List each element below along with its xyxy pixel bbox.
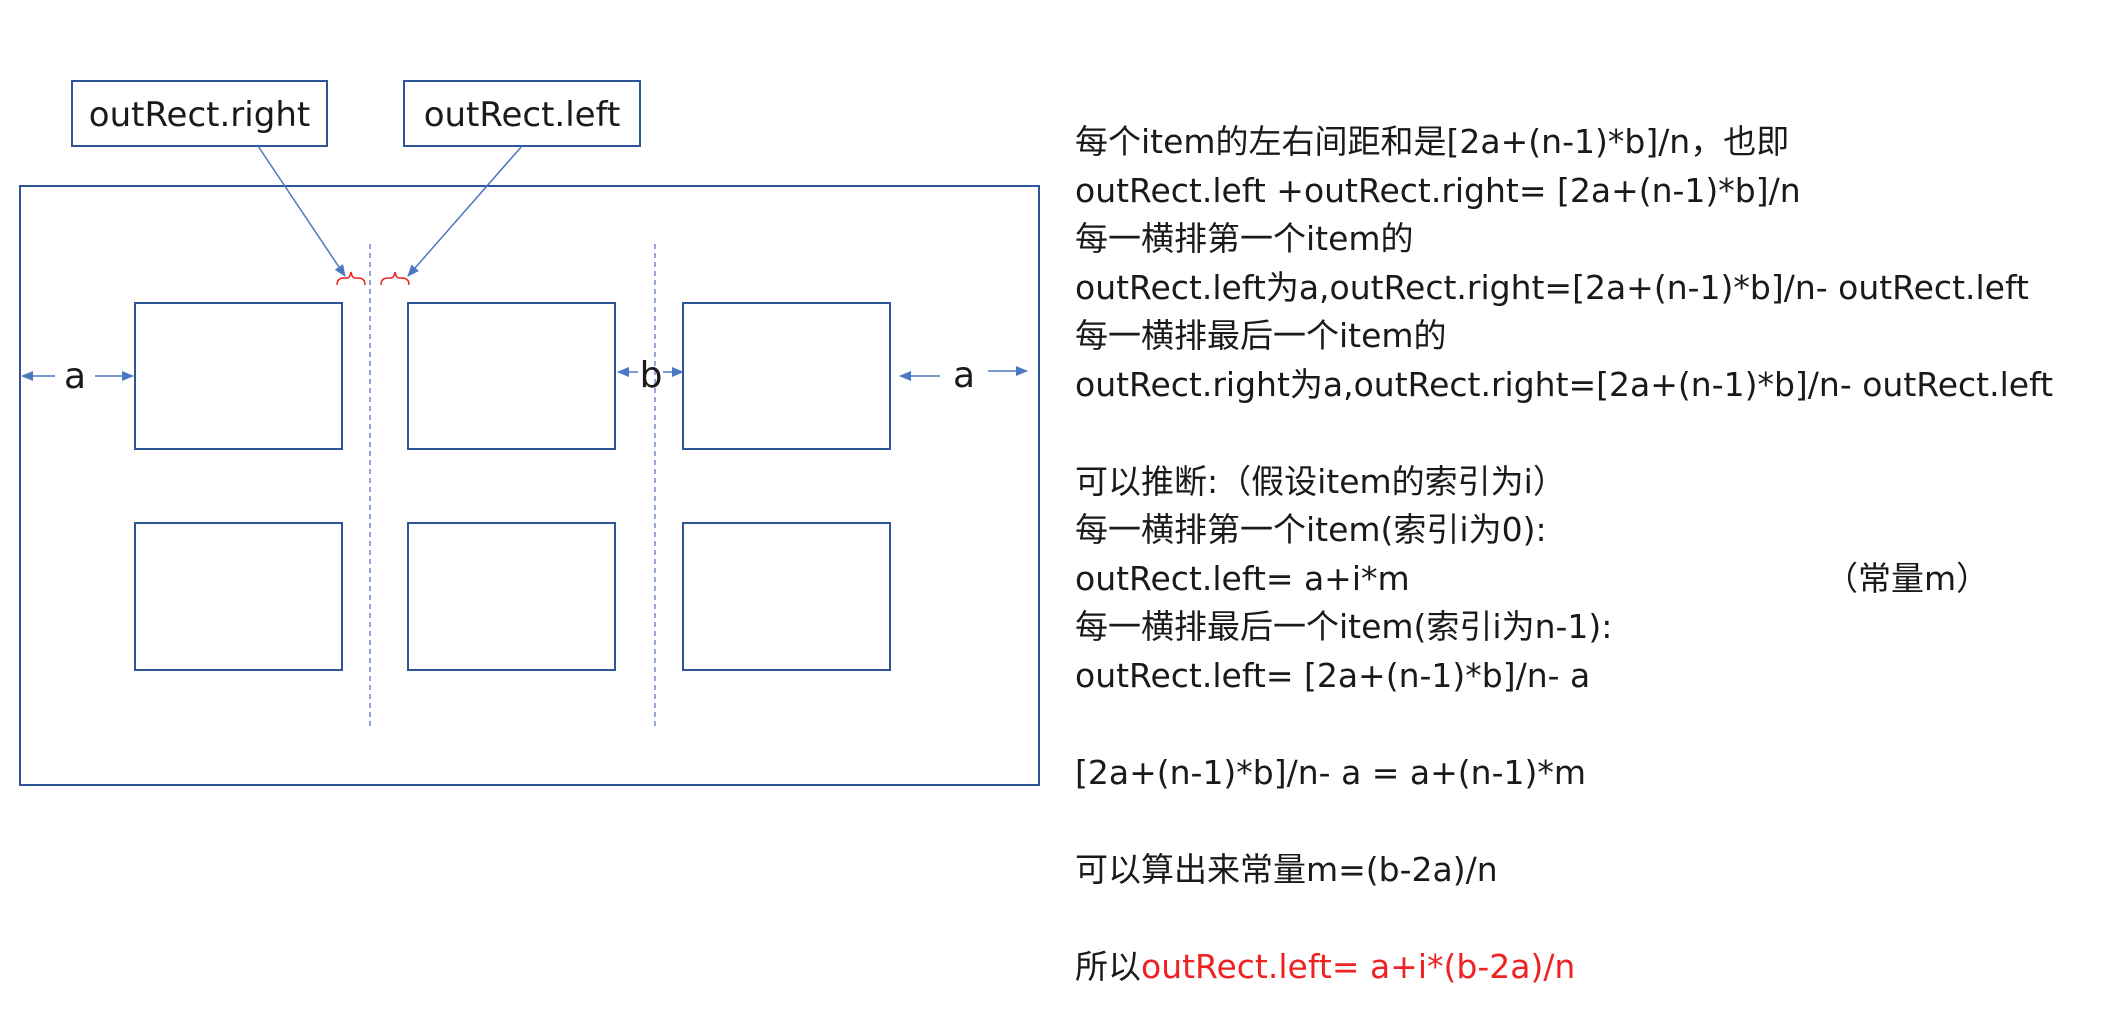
note-line-with-remark: outRect.left= a+i*m （常量m）: [1075, 555, 2115, 604]
explanation-text: 每个item的左右间距和是[2a+(n-1)*b]/n，也即 outRect.l…: [1075, 118, 2115, 991]
grid-item: [407, 522, 616, 671]
margin-bracket-right: [336, 271, 366, 286]
grid-item: [682, 302, 891, 450]
note-line: [2a+(n-1)*b]/n- a = a+(n-1)*m: [1075, 752, 1587, 792]
conclusion-formula: outRect.left= a+i*(b-2a)/n: [1141, 946, 1576, 986]
note-line: 每一横排第一个item的: [1075, 219, 1414, 258]
conclusion-line: 所以outRect.left= a+i*(b-2a)/n: [1075, 943, 2115, 992]
grid-item: [407, 302, 616, 450]
callout-arrow-right: [257, 145, 346, 277]
note-line: 可以推断:（假设item的索引为i）: [1075, 461, 1566, 501]
note-line: 每一横排最后一个item(索引i为n-1):: [1075, 607, 1613, 646]
recyclerview-frame: [19, 185, 1040, 786]
layout-diagram: outRect.right outRect.left a b a: [19, 80, 1040, 786]
note-line: outRect.left为a,outRect.right=[2a+(n-1)*b…: [1075, 267, 2029, 307]
conclusion-prefix: 所以: [1075, 946, 1141, 986]
note-line: 每个item的左右间距和是[2a+(n-1)*b]/n，也即: [1075, 122, 1790, 161]
callout-label-out-rect-left: outRect.left: [424, 95, 621, 135]
note-formula: outRect.left= a+i*m: [1075, 558, 1410, 598]
margin-bracket-left: [380, 271, 410, 286]
grid-item: [682, 522, 891, 671]
callout-arrow-left: [407, 145, 523, 277]
note-line: outRect.right为a,outRect.right=[2a+(n-1)*…: [1075, 364, 2054, 404]
note-line: 可以算出来常量m=(b-2a)/n: [1075, 849, 1498, 889]
dimension-label-b: b: [640, 355, 663, 396]
grid-item: [134, 522, 343, 671]
note-line: 每一横排第一个item(索引i为0):: [1075, 510, 1547, 549]
callout-label-out-rect-right: outRect.right: [89, 95, 310, 135]
note-line: outRect.left +outRect.right= [2a+(n-1)*b…: [1075, 170, 1801, 210]
constant-m-remark: （常量m）: [1825, 558, 1990, 598]
dimension-label-a-right: a: [953, 355, 975, 396]
note-line: outRect.left= [2a+(n-1)*b]/n- a: [1075, 655, 1591, 695]
grid-item: [134, 302, 343, 450]
note-line: 每一横排最后一个item的: [1075, 316, 1447, 355]
dimension-label-a-left: a: [64, 356, 86, 397]
